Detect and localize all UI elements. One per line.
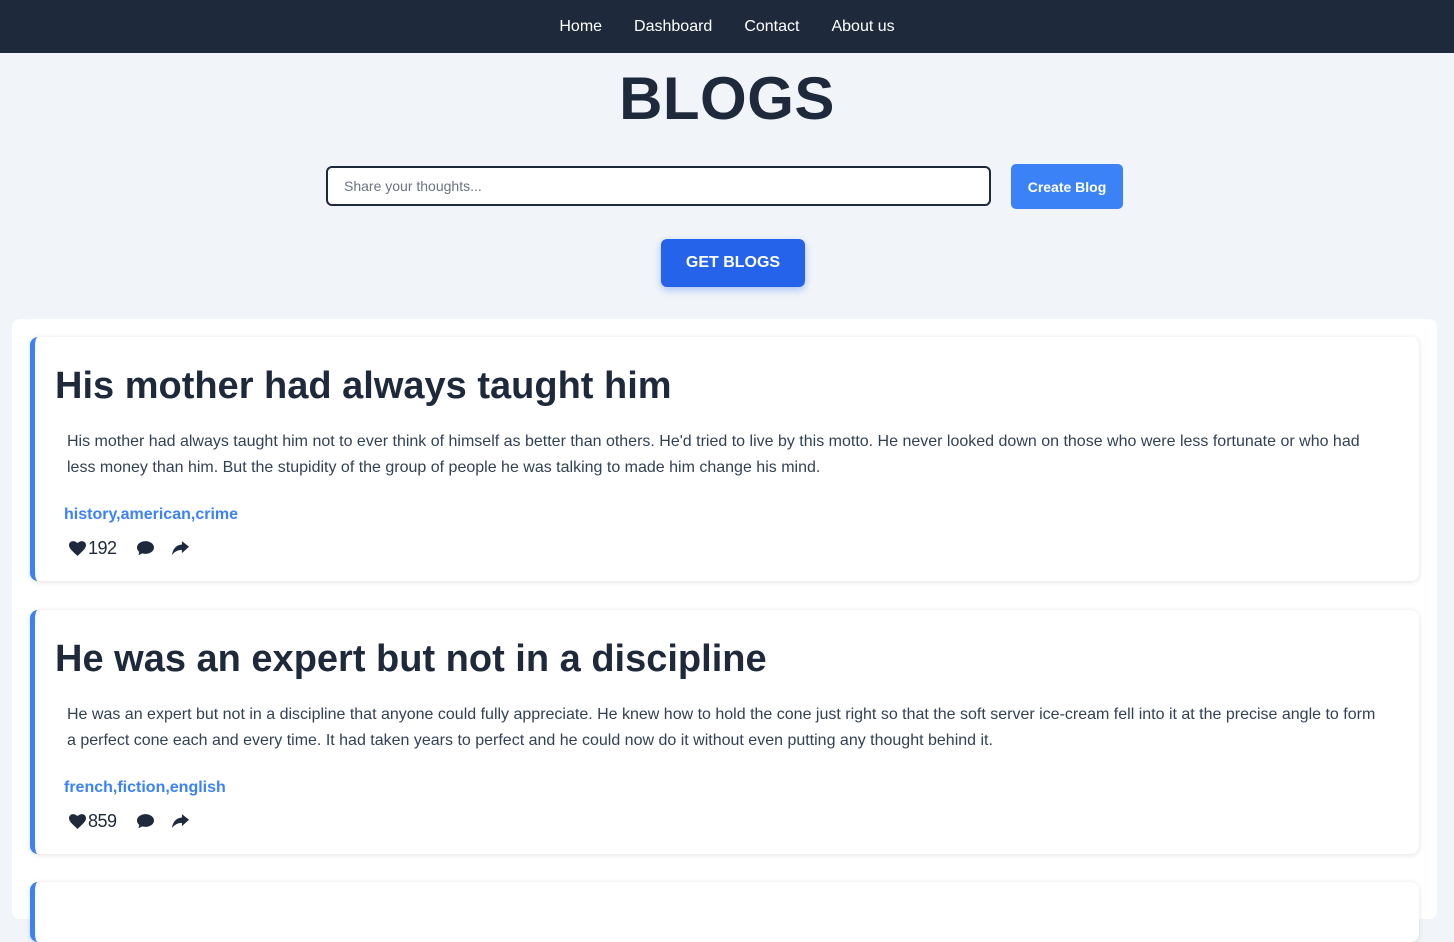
blog-tags[interactable]: french,fiction,english [64,779,226,797]
page-title: BLOGS [619,65,835,132]
blog-body: He was an expert but not in a discipline… [67,706,1376,749]
share-button[interactable] [171,541,189,556]
like-button[interactable]: 192 [69,538,117,559]
blog-tags[interactable]: history,american,crime [64,506,238,524]
heart-icon [69,541,86,556]
nav-home[interactable]: Home [543,4,618,50]
top-nav: Home Dashboard Contact About us [0,0,1454,53]
comment-icon [136,814,154,829]
like-count: 192 [88,538,117,558]
comment-icon [136,541,154,556]
nav-contact[interactable]: Contact [728,4,815,50]
like-count: 859 [88,811,117,831]
blog-title: His mother had always taught him [55,365,672,407]
blog-card [30,882,1419,942]
share-button[interactable] [171,814,189,829]
blog-card: His mother had always taught him His mot… [30,337,1419,581]
blog-actions: 192 [69,538,189,559]
blog-title: He was an expert but not in a discipline [55,638,767,680]
blog-body: His mother had always taught him not to … [67,433,1360,476]
comment-button[interactable] [136,814,154,829]
share-thoughts-input[interactable] [326,166,991,206]
like-button[interactable]: 859 [69,811,117,832]
heart-icon [69,814,86,829]
blog-card: He was an expert but not in a discipline… [30,610,1419,854]
create-blog-button[interactable]: Create Blog [1011,164,1123,209]
blog-actions: 859 [69,811,189,832]
share-icon [171,814,189,829]
nav-about-us[interactable]: About us [815,4,910,50]
share-icon [171,541,189,556]
nav-dashboard[interactable]: Dashboard [618,4,728,50]
comment-button[interactable] [136,541,154,556]
get-blogs-button[interactable]: GET BLOGS [661,239,805,287]
